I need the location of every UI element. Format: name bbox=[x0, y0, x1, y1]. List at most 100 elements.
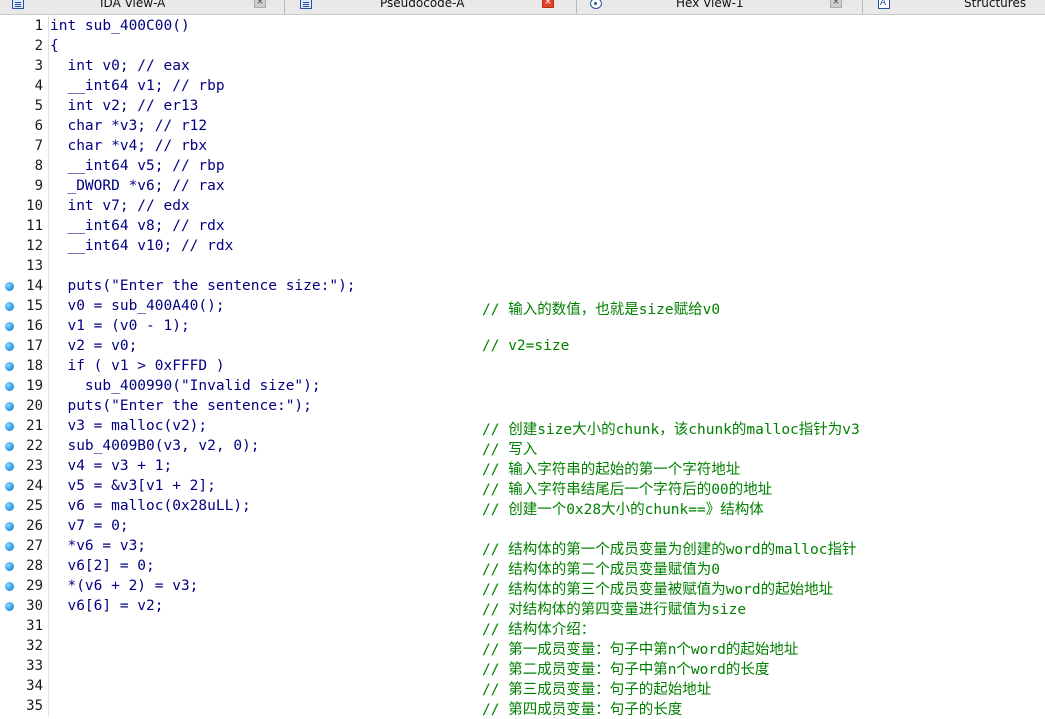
code-text[interactable]: char *v3; // r12 bbox=[50, 118, 207, 134]
code-text[interactable]: __int64 v5; // rbp bbox=[50, 158, 224, 174]
code-text[interactable]: v6[6] = v2; bbox=[50, 598, 163, 614]
hex-view-icon bbox=[590, 0, 602, 9]
line-number: 11 bbox=[26, 218, 43, 234]
code-line[interactable]: 24 v5 = &v3[v1 + 2];// 输入字符串结尾后一个字符后的00的… bbox=[0, 476, 1045, 498]
code-line[interactable]: 7 char *v4; // rbx bbox=[0, 136, 1045, 156]
tab-pseudocode-a[interactable]: Pseudocode-A × bbox=[288, 0, 573, 13]
code-line[interactable]: 15 v0 = sub_400A40();// 输入的数值，也就是size赋给v… bbox=[0, 296, 1045, 318]
gutter-divider bbox=[48, 14, 49, 716]
line-number: 6 bbox=[34, 118, 43, 134]
close-icon[interactable]: × bbox=[542, 0, 554, 8]
line-number: 34 bbox=[26, 678, 43, 694]
code-line[interactable]: 8 __int64 v5; // rbp bbox=[0, 156, 1045, 176]
code-text[interactable]: __int64 v10; // rdx bbox=[50, 238, 233, 254]
disassembly-icon bbox=[12, 0, 24, 9]
code-text[interactable]: v0 = sub_400A40(); bbox=[50, 298, 224, 314]
code-line[interactable]: 29 *(v6 + 2) = v3;// 结构体的第三个成员变量被赋值为word… bbox=[0, 576, 1045, 598]
code-line[interactable]: 17 v2 = v0; // v2=size bbox=[0, 336, 1045, 356]
code-text[interactable]: char *v4; // rbx bbox=[50, 138, 207, 154]
code-comment[interactable]: // v2=size bbox=[482, 338, 569, 354]
code-line[interactable]: 4 __int64 v1; // rbp bbox=[0, 76, 1045, 96]
code-text[interactable]: __int64 v1; // rbp bbox=[50, 78, 224, 94]
code-line[interactable]: 30 v6[6] = v2;// 对结构体的第四变量进行赋值为size bbox=[0, 596, 1045, 618]
line-number: 14 bbox=[26, 278, 43, 294]
line-number: 27 bbox=[26, 538, 43, 554]
line-number: 30 bbox=[26, 598, 43, 614]
tab-divider bbox=[576, 0, 577, 14]
line-number: 2 bbox=[34, 38, 43, 54]
code-line[interactable]: 9 _DWORD *v6; // rax bbox=[0, 176, 1045, 196]
code-line[interactable]: 14 puts("Enter the sentence size:"); bbox=[0, 276, 1045, 296]
code-text[interactable]: v6[2] = 0; bbox=[50, 558, 154, 574]
line-number: 7 bbox=[34, 138, 43, 154]
code-text[interactable]: v6 = malloc(0x28uLL); bbox=[50, 498, 250, 514]
code-text[interactable]: _DWORD *v6; // rax bbox=[50, 178, 224, 194]
line-number: 5 bbox=[34, 98, 43, 114]
line-number: 29 bbox=[26, 578, 43, 594]
line-number: 15 bbox=[26, 298, 43, 314]
code-line[interactable]: 5 int v2; // er13 bbox=[0, 96, 1045, 116]
close-icon[interactable]: × bbox=[254, 0, 266, 8]
code-text[interactable]: v7 = 0; bbox=[50, 518, 128, 534]
code-text[interactable]: v5 = &v3[v1 + 2]; bbox=[50, 478, 215, 494]
code-line[interactable]: 2{ bbox=[0, 36, 1045, 56]
code-line[interactable]: 3 int v0; // eax bbox=[0, 56, 1045, 76]
code-line[interactable]: 28 v6[2] = 0;// 结构体的第二个成员变量赋值为0 bbox=[0, 556, 1045, 578]
code-line[interactable]: 16 v1 = (v0 - 1); bbox=[0, 316, 1045, 336]
code-line[interactable]: 11 __int64 v8; // rdx bbox=[0, 216, 1045, 236]
code-line[interactable]: 21 v3 = malloc(v2);// 创建size大小的chunk，该ch… bbox=[0, 416, 1045, 438]
close-icon[interactable]: × bbox=[830, 0, 842, 8]
pseudocode-view[interactable]: 1 int sub_400C00() 2{3 int v0; // eax 4 __i… bbox=[0, 14, 1045, 718]
code-line[interactable]: 26 v7 = 0; bbox=[0, 516, 1045, 536]
code-text[interactable]: puts("Enter the sentence:"); bbox=[50, 398, 311, 414]
code-text[interactable]: sub_400990("Invalid size"); bbox=[50, 378, 321, 394]
code-line[interactable]: 23 v4 = v3 + 1;// 输入字符串的起始的第一个字符地址 bbox=[0, 456, 1045, 478]
pseudocode-icon bbox=[300, 0, 312, 9]
tab-label: IDA View-A bbox=[100, 0, 166, 10]
tab-bar: IDA View-A × Pseudocode-A × Hex View-1 ×… bbox=[0, 0, 1045, 15]
code-text[interactable]: v3 = malloc(v2); bbox=[50, 418, 207, 434]
code-line[interactable]: 13 bbox=[0, 256, 1045, 276]
tab-label: Hex View-1 bbox=[676, 0, 744, 10]
code-line[interactable]: 32// 第一成员变量：句子中第n个word的起始地址 bbox=[0, 636, 1045, 658]
line-number: 32 bbox=[26, 638, 43, 654]
code-text[interactable]: puts("Enter the sentence size:"); bbox=[50, 278, 355, 294]
code-text[interactable]: { bbox=[50, 38, 59, 54]
line-number: 26 bbox=[26, 518, 43, 534]
line-number: 19 bbox=[26, 378, 43, 394]
line-number: 1 bbox=[34, 18, 43, 34]
code-line[interactable]: 35// 第四成员变量：句子的长度 bbox=[0, 696, 1045, 718]
code-line[interactable]: 31// 结构体介绍： bbox=[0, 616, 1045, 638]
code-text[interactable]: __int64 v8; // rdx bbox=[50, 218, 224, 234]
code-text[interactable]: v4 = v3 + 1; bbox=[50, 458, 172, 474]
line-number: 23 bbox=[26, 458, 43, 474]
tab-label: Pseudocode-A bbox=[380, 0, 465, 10]
tab-ida-view-a[interactable]: IDA View-A × bbox=[0, 0, 282, 13]
tab-hex-view-1[interactable]: Hex View-1 × bbox=[578, 0, 863, 13]
tab-structures[interactable]: Structures bbox=[866, 0, 1045, 13]
code-text[interactable]: int sub_400C00() bbox=[50, 18, 190, 34]
code-line[interactable]: 18 if ( v1 > 0xFFFD ) bbox=[0, 356, 1045, 376]
line-number: 13 bbox=[26, 258, 43, 274]
code-line[interactable]: 25 v6 = malloc(0x28uLL);// 创建一个0x28大小的ch… bbox=[0, 496, 1045, 518]
code-text[interactable]: *v6 = v3; bbox=[50, 538, 146, 554]
line-number: 4 bbox=[34, 78, 43, 94]
code-text[interactable]: v1 = (v0 - 1); bbox=[50, 318, 189, 334]
code-line[interactable]: 6 char *v3; // r12 bbox=[0, 116, 1045, 136]
code-line[interactable]: 1 int sub_400C00() bbox=[0, 16, 1045, 36]
code-text[interactable]: int v7; // edx bbox=[50, 198, 189, 214]
code-text[interactable]: int v0; // eax bbox=[50, 58, 189, 74]
code-text[interactable]: v2 = v0; bbox=[50, 338, 137, 354]
code-line[interactable]: 33// 第二成员变量：句子中第n个word的长度 bbox=[0, 656, 1045, 678]
code-text[interactable]: *(v6 + 2) = v3; bbox=[50, 578, 198, 594]
code-text[interactable]: int v2; // er13 bbox=[50, 98, 198, 114]
code-line[interactable]: 34// 第三成员变量：句子的起始地址 bbox=[0, 676, 1045, 698]
code-text[interactable]: if ( v1 > 0xFFFD ) bbox=[50, 358, 224, 374]
code-line[interactable]: 19 sub_400990("Invalid size"); bbox=[0, 376, 1045, 396]
code-line[interactable]: 12 __int64 v10; // rdx bbox=[0, 236, 1045, 256]
code-line[interactable]: 20 puts("Enter the sentence:"); bbox=[0, 396, 1045, 416]
code-line[interactable]: 22 sub_4009B0(v3, v2, 0);// 写入 bbox=[0, 436, 1045, 458]
code-line[interactable]: 27 *v6 = v3;// 结构体的第一个成员变量为创建的word的mallo… bbox=[0, 536, 1045, 558]
code-text[interactable]: sub_4009B0(v3, v2, 0); bbox=[50, 438, 259, 454]
code-line[interactable]: 10 int v7; // edx bbox=[0, 196, 1045, 216]
